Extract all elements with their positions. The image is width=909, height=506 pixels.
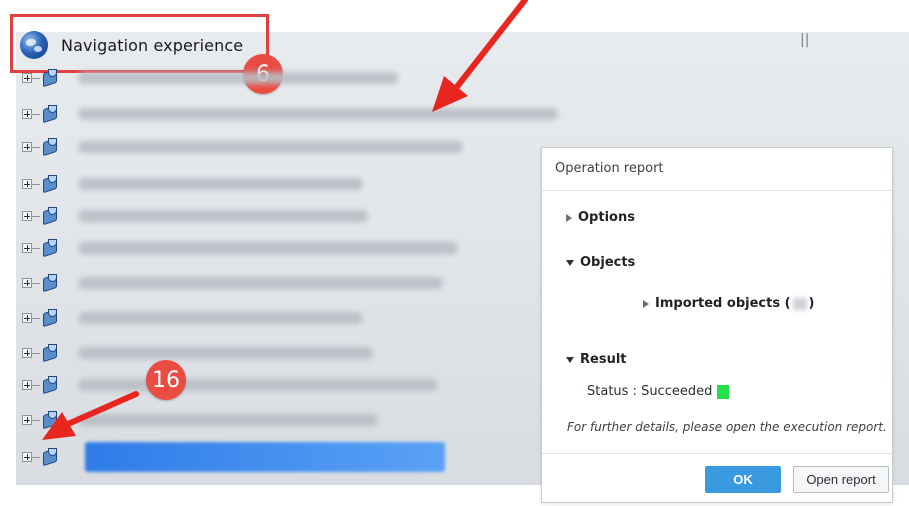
imported-objects-suffix: ) (808, 296, 815, 311)
part-icon (40, 374, 62, 396)
part-icon (40, 409, 62, 431)
part-icon (40, 67, 62, 89)
tree-node-6[interactable] (22, 236, 458, 260)
plus-expander-icon[interactable] (22, 348, 32, 358)
highlight-box (10, 14, 269, 73)
section-objects-label: Objects (580, 255, 636, 270)
caret-down-icon (566, 259, 574, 266)
plus-expander-icon[interactable] (22, 415, 32, 425)
panel-splitter[interactable]: || (800, 32, 809, 48)
tree-node-11[interactable] (22, 408, 378, 432)
plus-expander-icon[interactable] (22, 73, 32, 83)
part-icon (40, 272, 62, 294)
tree-node-3[interactable] (22, 135, 463, 159)
ok-button[interactable]: OK (705, 466, 781, 493)
plus-expander-icon[interactable] (22, 278, 32, 288)
plus-expander-icon[interactable] (22, 243, 32, 253)
dialog-title: Operation report (542, 148, 892, 191)
tree-node-4[interactable] (22, 172, 363, 196)
tree-node-8[interactable] (22, 306, 363, 330)
tree-node-1[interactable] (22, 66, 398, 90)
imported-objects-label: Imported objects ( (655, 296, 791, 311)
tree-node-label-obscured (78, 277, 443, 289)
plus-expander-icon[interactable] (22, 211, 32, 221)
section-options[interactable]: Options (566, 210, 635, 225)
tree-node-label-obscured (78, 312, 363, 324)
caret-right-icon (566, 213, 572, 222)
section-result-label: Result (580, 352, 627, 367)
status-line: Status : Succeeded (587, 384, 730, 399)
part-icon (40, 342, 62, 364)
plus-expander-icon[interactable] (22, 313, 32, 323)
execution-report-note: For further details, please open the exe… (567, 420, 887, 434)
tree-node-7[interactable] (22, 271, 443, 295)
tree-node-label-obscured (78, 178, 363, 190)
section-objects[interactable]: Objects (566, 255, 635, 270)
section-result[interactable]: Result (566, 352, 627, 367)
tree-node-label-obscured (78, 141, 463, 153)
tree-node-9[interactable] (22, 341, 373, 365)
operation-report-dialog: Operation report Options Objects Importe… (541, 147, 893, 503)
part-icon (40, 103, 62, 125)
tree-node-label-obscured (78, 347, 373, 359)
tree-node-10[interactable] (22, 373, 438, 397)
status-text: Status : Succeeded (587, 384, 713, 399)
imported-objects-count-obscured (792, 297, 807, 310)
tree-node-label-obscured (78, 210, 368, 222)
plus-expander-icon[interactable] (22, 380, 32, 390)
plus-expander-icon[interactable] (22, 142, 32, 152)
plus-expander-icon[interactable] (22, 109, 32, 119)
part-icon (40, 205, 62, 227)
dialog-footer: OK Open report (542, 453, 892, 502)
plus-expander-icon[interactable] (22, 179, 32, 189)
caret-down-icon (566, 356, 574, 363)
part-icon (40, 136, 62, 158)
callout-badge-16: 16 (146, 360, 186, 400)
part-icon (40, 237, 62, 259)
tree-node-label-obscured (78, 72, 398, 84)
tree-node-label-obscured (78, 414, 378, 426)
imported-objects-item[interactable]: Imported objects ( ) (643, 296, 814, 311)
section-options-label: Options (578, 210, 635, 225)
tree-node-2[interactable] (22, 102, 558, 126)
tree-node-label-obscured (78, 379, 438, 391)
tree-node-label-obscured (78, 108, 558, 120)
status-indicator-icon (717, 384, 730, 399)
open-report-button[interactable]: Open report (793, 466, 889, 493)
part-icon (40, 173, 62, 195)
tree-node-label-obscured (78, 242, 458, 254)
part-icon (40, 307, 62, 329)
plus-expander-icon[interactable] (22, 452, 32, 462)
tree-node-12-selected[interactable] (22, 445, 62, 469)
tree-node-5[interactable] (22, 204, 368, 228)
selected-node-highlight[interactable] (85, 442, 445, 472)
part-icon (40, 446, 62, 468)
caret-right-icon (643, 299, 649, 308)
